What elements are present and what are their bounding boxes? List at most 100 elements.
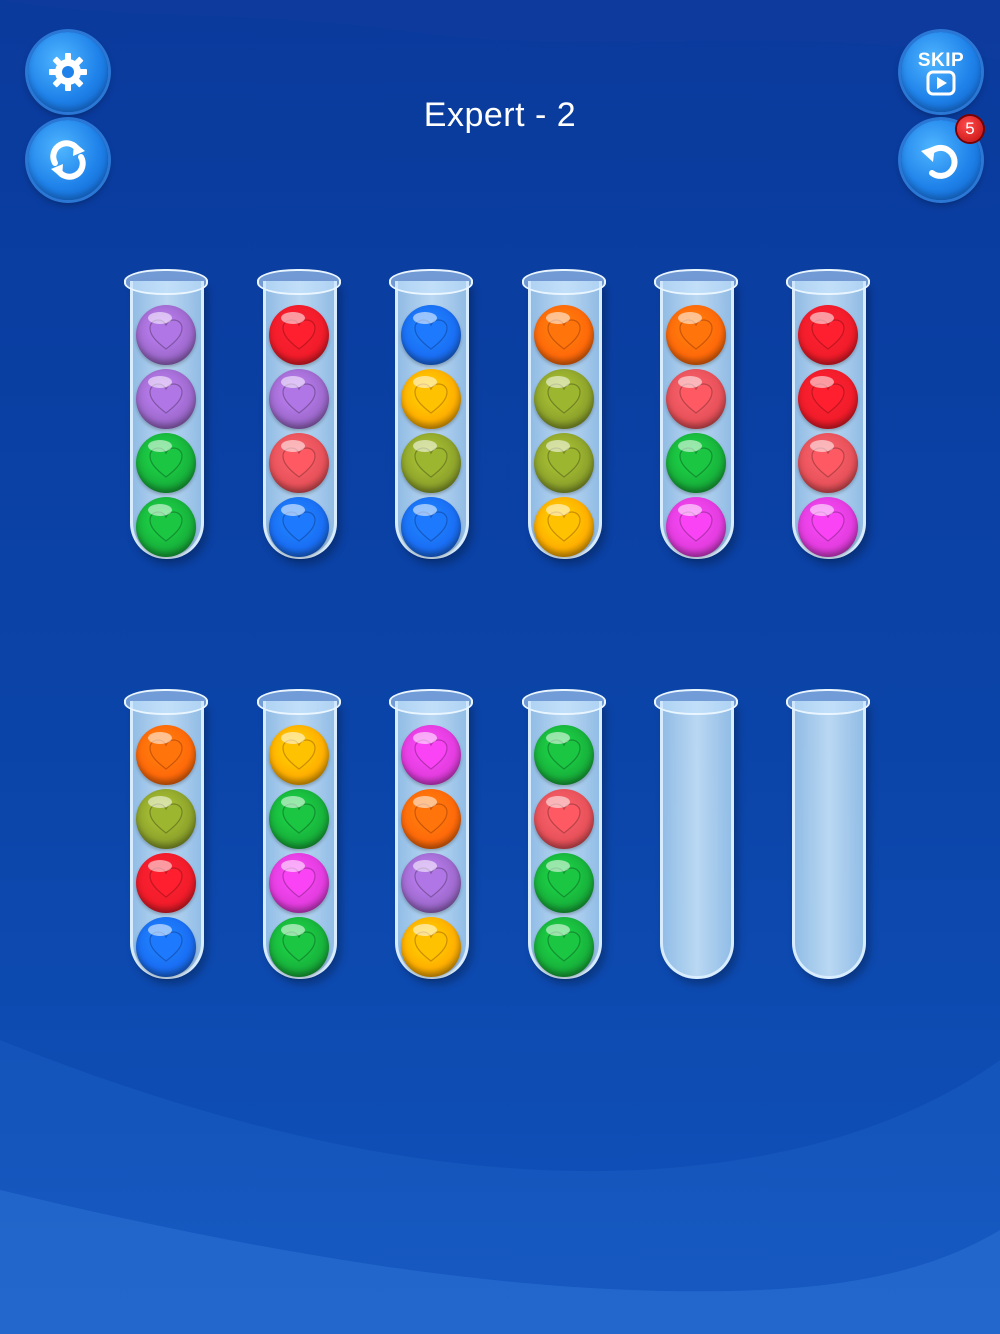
- heart-icon: [547, 931, 581, 962]
- ball-green[interactable]: [136, 433, 196, 493]
- tube-1[interactable]: [124, 269, 208, 564]
- ball-green[interactable]: [269, 917, 329, 977]
- ball-purple[interactable]: [401, 853, 461, 913]
- heart-icon: [679, 447, 713, 478]
- ball-blue[interactable]: [269, 497, 329, 557]
- tube-5[interactable]: [654, 269, 738, 564]
- heart-icon: [811, 447, 845, 478]
- undo-count-badge: 5: [957, 116, 983, 142]
- ball-orange[interactable]: [534, 305, 594, 365]
- heart-icon: [149, 319, 183, 350]
- heart-icon: [547, 867, 581, 898]
- ball-green[interactable]: [534, 725, 594, 785]
- tube-rim: [522, 689, 606, 715]
- ball-red[interactable]: [798, 305, 858, 365]
- ball-purple[interactable]: [136, 369, 196, 429]
- ball-green[interactable]: [534, 853, 594, 913]
- ball-red[interactable]: [798, 369, 858, 429]
- ball-magenta[interactable]: [401, 725, 461, 785]
- tube-rim: [522, 269, 606, 295]
- heart-icon: [282, 867, 316, 898]
- heart-icon: [547, 383, 581, 414]
- ball-red[interactable]: [136, 853, 196, 913]
- level-title: Expert - 2: [423, 96, 577, 134]
- tube-3[interactable]: [389, 269, 473, 564]
- tube-9[interactable]: [389, 689, 473, 984]
- ball-olive[interactable]: [534, 369, 594, 429]
- tube-6[interactable]: [786, 269, 870, 564]
- heart-icon: [282, 511, 316, 542]
- heart-icon: [811, 383, 845, 414]
- ball-salmon[interactable]: [269, 433, 329, 493]
- tube-rim: [389, 269, 473, 295]
- ball-salmon[interactable]: [534, 789, 594, 849]
- heart-icon: [547, 319, 581, 350]
- heart-icon: [149, 739, 183, 770]
- heart-icon: [282, 383, 316, 414]
- ball-blue[interactable]: [401, 305, 461, 365]
- ball-green[interactable]: [534, 917, 594, 977]
- ball-salmon[interactable]: [798, 433, 858, 493]
- tube-rim: [654, 269, 738, 295]
- ball-green[interactable]: [269, 789, 329, 849]
- ball-blue[interactable]: [136, 917, 196, 977]
- heart-icon: [547, 511, 581, 542]
- ball-orange[interactable]: [401, 789, 461, 849]
- heart-icon: [149, 931, 183, 962]
- ball-magenta[interactable]: [798, 497, 858, 557]
- heart-icon: [149, 867, 183, 898]
- skip-label: SKIP: [917, 49, 965, 71]
- tube-7[interactable]: [124, 689, 208, 984]
- heart-icon: [679, 383, 713, 414]
- skip-button[interactable]: SKIP: [901, 32, 981, 112]
- ball-olive[interactable]: [136, 789, 196, 849]
- heart-icon: [679, 319, 713, 350]
- ball-magenta[interactable]: [666, 497, 726, 557]
- ball-yellow[interactable]: [401, 917, 461, 977]
- play-icon: [926, 70, 956, 95]
- tube-rim: [786, 689, 870, 715]
- heart-icon: [282, 447, 316, 478]
- background-waves: [0, 0, 1000, 1334]
- tube-rim: [257, 689, 341, 715]
- tube-rim: [124, 689, 208, 715]
- heart-icon: [282, 319, 316, 350]
- heart-icon: [547, 803, 581, 834]
- undo-button[interactable]: 5: [901, 116, 983, 200]
- ball-orange[interactable]: [666, 305, 726, 365]
- ball-green[interactable]: [136, 497, 196, 557]
- heart-icon: [414, 319, 448, 350]
- ball-orange[interactable]: [136, 725, 196, 785]
- tube-rim: [389, 689, 473, 715]
- ball-red[interactable]: [269, 305, 329, 365]
- heart-icon: [282, 803, 316, 834]
- tube-10[interactable]: [522, 689, 606, 984]
- tube-rim: [786, 269, 870, 295]
- heart-icon: [149, 511, 183, 542]
- ball-olive[interactable]: [534, 433, 594, 493]
- gear-icon: [49, 53, 87, 91]
- heart-icon: [414, 447, 448, 478]
- ball-yellow[interactable]: [534, 497, 594, 557]
- ball-blue[interactable]: [401, 497, 461, 557]
- tube-4[interactable]: [522, 269, 606, 564]
- tube-rim: [124, 269, 208, 295]
- tube-8[interactable]: [257, 689, 341, 984]
- ball-salmon[interactable]: [666, 369, 726, 429]
- ball-purple[interactable]: [136, 305, 196, 365]
- heart-icon: [414, 739, 448, 770]
- ball-yellow[interactable]: [401, 369, 461, 429]
- ball-purple[interactable]: [269, 369, 329, 429]
- tube-2[interactable]: [257, 269, 341, 564]
- heart-icon: [149, 383, 183, 414]
- ball-yellow[interactable]: [269, 725, 329, 785]
- undo-icon: [921, 144, 958, 179]
- ball-magenta[interactable]: [269, 853, 329, 913]
- ball-olive[interactable]: [401, 433, 461, 493]
- heart-icon: [414, 383, 448, 414]
- heart-icon: [149, 803, 183, 834]
- tube-body: [660, 701, 734, 979]
- tube-11[interactable]: [654, 689, 738, 984]
- tube-12[interactable]: [786, 689, 870, 984]
- ball-green[interactable]: [666, 433, 726, 493]
